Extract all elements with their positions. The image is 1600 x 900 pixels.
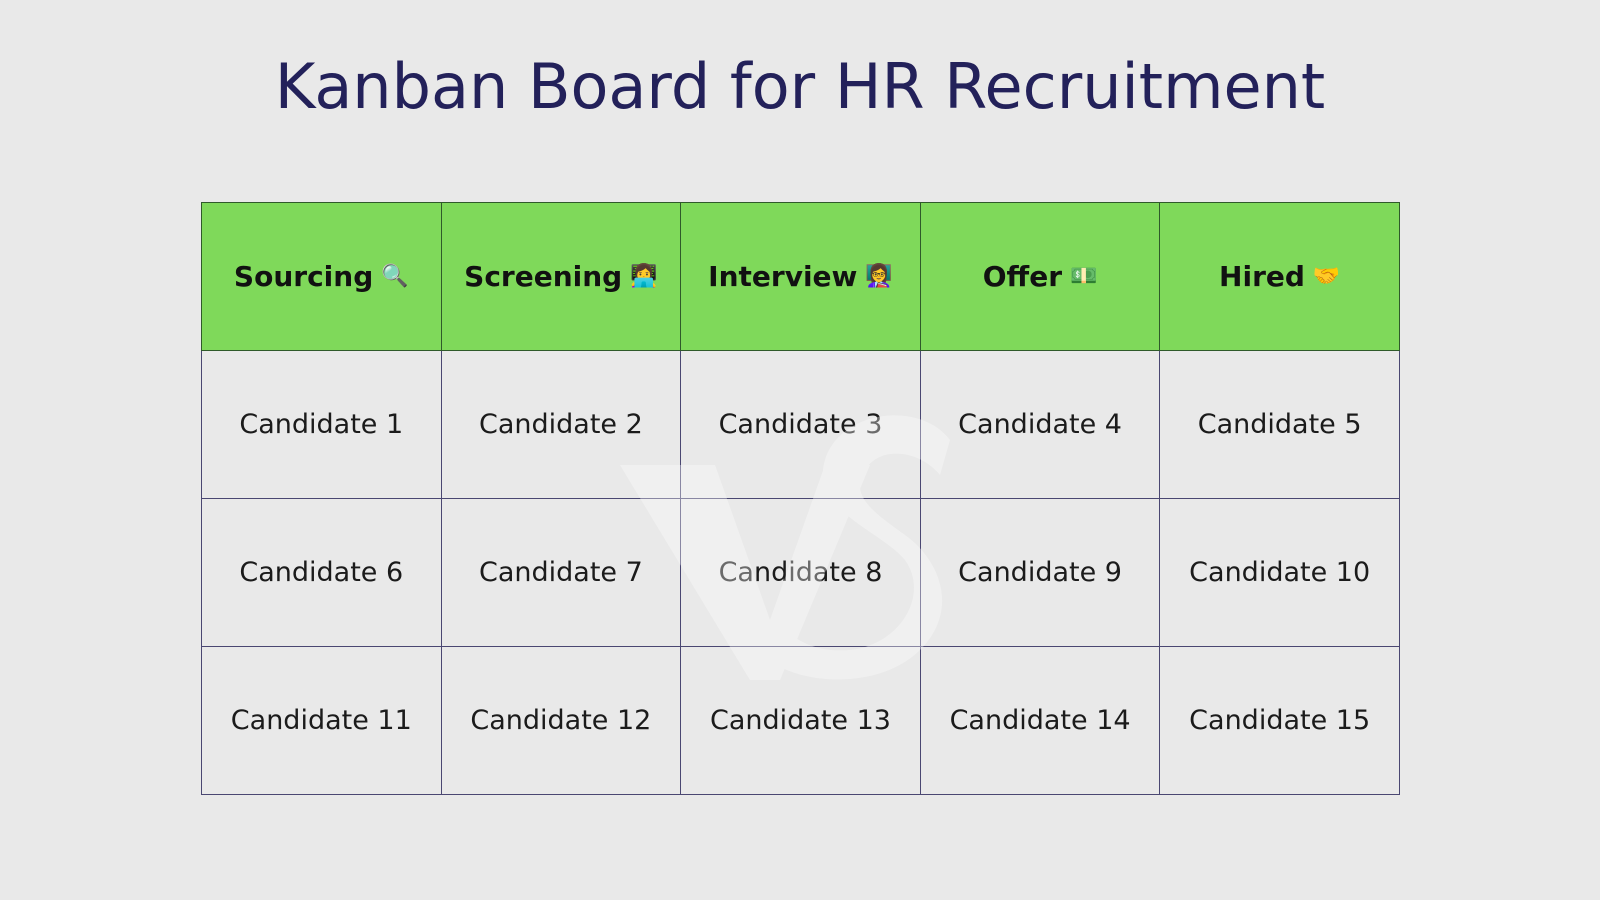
kanban-board: Sourcing 🔍 Screening 👩‍💻 Interview 👩‍🏫 Offe…	[201, 202, 1400, 795]
candidate-card[interactable]: Candidate 7	[440, 498, 682, 647]
candidate-card[interactable]: Candidate 1	[201, 350, 442, 499]
column-label: Hired	[1219, 260, 1305, 293]
page-title: Kanban Board for HR Recruitment	[274, 50, 1326, 123]
candidate-card[interactable]: Candidate 3	[680, 350, 921, 499]
column-header-row: Sourcing 🔍 Screening 👩‍💻 Interview 👩‍🏫 Offe…	[201, 202, 1400, 351]
column-header-offer[interactable]: Offer 💵	[919, 202, 1161, 351]
handshake-icon: 🤝	[1312, 263, 1341, 289]
magnifying-glass-icon: 🔍	[381, 263, 409, 289]
candidate-card[interactable]: Candidate 14	[919, 646, 1161, 795]
candidate-card[interactable]: Candidate 4	[919, 350, 1161, 499]
board-row: Candidate 11 Candidate 12 Candidate 13 C…	[201, 646, 1400, 795]
column-label: Interview	[708, 260, 858, 293]
candidate-card[interactable]: Candidate 8	[680, 498, 921, 647]
column-header-hired[interactable]: Hired 🤝	[1159, 202, 1400, 351]
candidate-card[interactable]: Candidate 9	[919, 498, 1161, 647]
column-label: Sourcing	[233, 260, 374, 293]
column-header-screening[interactable]: Screening 👩‍💻	[440, 202, 682, 351]
candidate-card[interactable]: Candidate 13	[680, 646, 921, 795]
dollar-banknote-icon: 💵	[1070, 263, 1098, 289]
woman-technologist-icon: 👩‍💻	[630, 263, 658, 289]
candidate-card[interactable]: Candidate 12	[440, 646, 682, 795]
board-row: Candidate 1 Candidate 2 Candidate 3 Cand…	[201, 350, 1400, 499]
candidate-card[interactable]: Candidate 15	[1159, 646, 1400, 795]
candidate-card[interactable]: Candidate 10	[1159, 498, 1400, 647]
column-header-sourcing[interactable]: Sourcing 🔍	[201, 202, 442, 351]
column-label: Screening	[464, 260, 623, 293]
candidate-card[interactable]: Candidate 6	[201, 498, 442, 647]
column-header-interview[interactable]: Interview 👩‍🏫	[680, 202, 921, 351]
candidate-card[interactable]: Candidate 5	[1159, 350, 1400, 499]
candidate-card[interactable]: Candidate 11	[201, 646, 442, 795]
column-label: Offer	[982, 260, 1063, 293]
board-row: Candidate 6 Candidate 7 Candidate 8 Cand…	[201, 498, 1400, 647]
woman-teacher-icon: 👩‍🏫	[865, 263, 893, 289]
candidate-card[interactable]: Candidate 2	[440, 350, 682, 499]
